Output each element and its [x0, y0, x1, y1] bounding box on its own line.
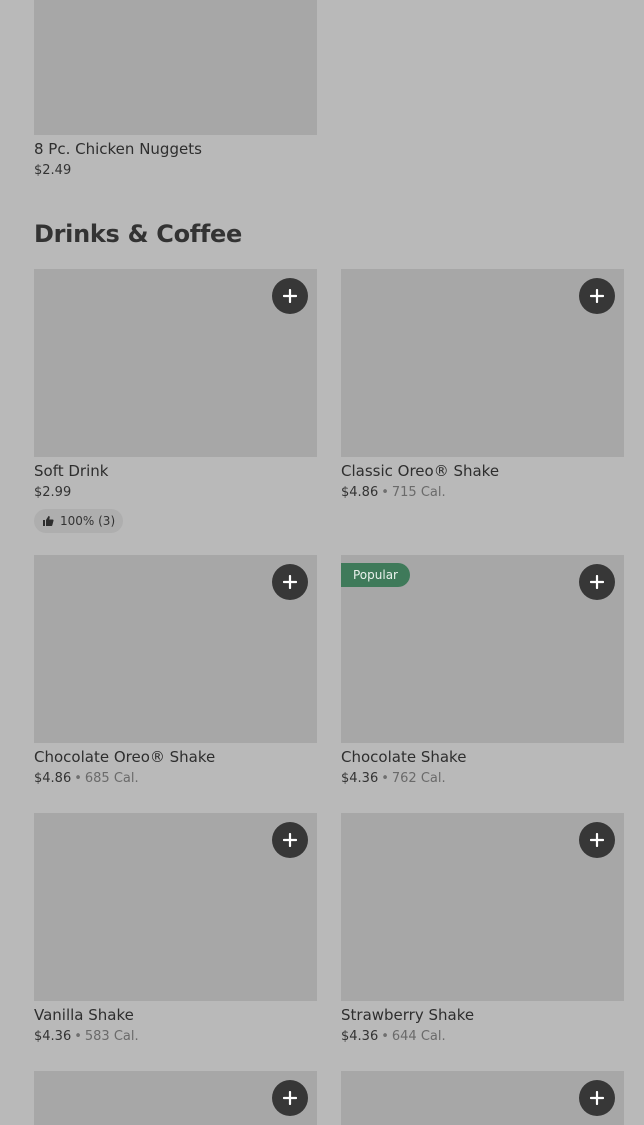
menu-item-card[interactable]	[34, 1071, 317, 1125]
item-calories: 715 Cal.	[391, 485, 446, 500]
item-name: Chocolate Shake	[341, 748, 467, 766]
item-meta: $2.49	[34, 163, 317, 178]
menu-item-card[interactable]: Popular Chocolate Shake $4.36 • 762 Cal.	[341, 555, 624, 786]
item-image[interactable]	[341, 813, 624, 1001]
rating-badge: 100% (3)	[34, 509, 124, 533]
item-price: $4.86	[34, 771, 72, 786]
item-meta: $4.86 • 715 Cal.	[341, 485, 624, 500]
add-button[interactable]	[272, 822, 308, 858]
item-price: $2.99	[34, 485, 72, 500]
plus-icon	[590, 833, 604, 847]
add-button[interactable]	[272, 278, 308, 314]
menu-item-card[interactable]: Soft Drink $2.99 100% (3)	[34, 269, 317, 533]
menu-page: 8 Pc. Chicken Nuggets $2.49 Drinks & Cof…	[0, 0, 644, 1125]
add-button[interactable]	[272, 1080, 308, 1116]
item-calories: 685 Cal.	[84, 771, 139, 786]
plus-icon	[283, 289, 297, 303]
item-image[interactable]: Popular	[341, 555, 624, 743]
plus-icon	[590, 289, 604, 303]
item-name: Strawberry Shake	[341, 1006, 475, 1024]
plus-icon	[283, 1091, 297, 1105]
item-calories: 644 Cal.	[391, 1029, 446, 1044]
menu-item-card[interactable]: Strawberry Shake $4.36 • 644 Cal.	[341, 813, 624, 1044]
rating-text: 100% (3)	[60, 514, 116, 528]
item-image[interactable]	[341, 269, 624, 457]
add-button[interactable]	[579, 1080, 615, 1116]
plus-icon	[590, 1091, 604, 1105]
item-image[interactable]	[34, 555, 317, 743]
add-button[interactable]	[272, 564, 308, 600]
menu-item-card[interactable]: Vanilla Shake $4.36 • 583 Cal.	[34, 813, 317, 1044]
meta-separator: •	[74, 771, 82, 786]
plus-icon	[283, 575, 297, 589]
meta-separator: •	[381, 485, 389, 500]
section-title: Drinks & Coffee	[34, 220, 242, 248]
plus-icon	[283, 833, 297, 847]
item-name: Vanilla Shake	[34, 1006, 134, 1024]
item-image[interactable]	[34, 1071, 317, 1125]
popular-badge: Popular	[341, 563, 410, 587]
item-meta: $4.36 • 762 Cal.	[341, 771, 624, 786]
meta-separator: •	[381, 771, 389, 786]
item-price: $4.86	[341, 485, 379, 500]
item-name: Soft Drink	[34, 462, 109, 480]
item-price: $2.49	[34, 163, 72, 178]
menu-item-card[interactable]	[341, 1071, 624, 1125]
add-button[interactable]	[579, 564, 615, 600]
item-price: $4.36	[341, 1029, 379, 1044]
meta-separator: •	[74, 1029, 82, 1044]
item-image[interactable]	[34, 0, 317, 135]
item-meta: $2.99	[34, 485, 317, 500]
thumbs-up-icon	[43, 516, 54, 526]
item-meta: $4.86 • 685 Cal.	[34, 771, 317, 786]
item-price: $4.36	[341, 771, 379, 786]
menu-item-card[interactable]: 8 Pc. Chicken Nuggets $2.49	[34, 0, 317, 178]
item-image[interactable]	[341, 1071, 624, 1125]
item-name: Chocolate Oreo® Shake	[34, 748, 216, 766]
item-calories: 583 Cal.	[84, 1029, 139, 1044]
item-price: $4.36	[34, 1029, 72, 1044]
item-meta: $4.36 • 644 Cal.	[341, 1029, 624, 1044]
item-image[interactable]	[34, 813, 317, 1001]
menu-item-card[interactable]: Chocolate Oreo® Shake $4.86 • 685 Cal.	[34, 555, 317, 786]
item-name: Classic Oreo® Shake	[341, 462, 500, 480]
item-name: 8 Pc. Chicken Nuggets	[34, 140, 202, 158]
meta-separator: •	[381, 1029, 389, 1044]
plus-icon	[590, 575, 604, 589]
add-button[interactable]	[579, 822, 615, 858]
add-button[interactable]	[579, 278, 615, 314]
item-image[interactable]	[34, 269, 317, 457]
item-calories: 762 Cal.	[391, 771, 446, 786]
menu-item-card[interactable]: Classic Oreo® Shake $4.86 • 715 Cal.	[341, 269, 624, 500]
item-meta: $4.36 • 583 Cal.	[34, 1029, 317, 1044]
